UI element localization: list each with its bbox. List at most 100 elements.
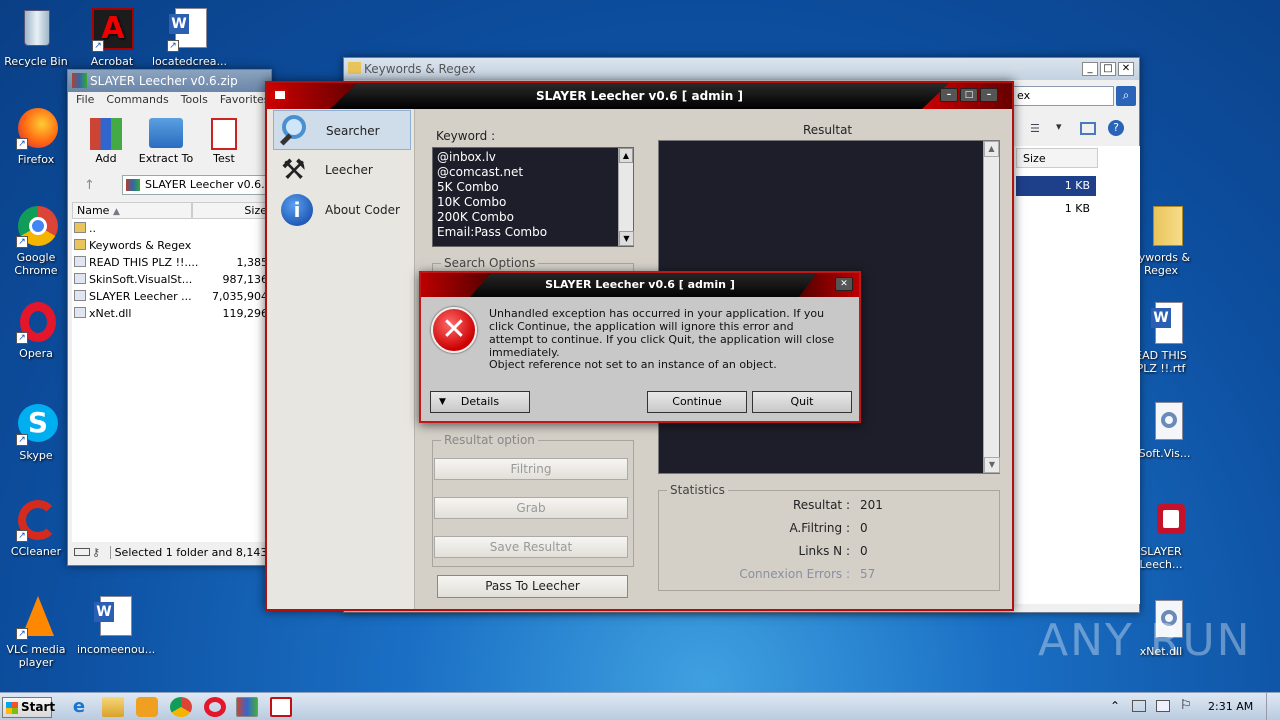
internet-explorer-icon[interactable]: e (68, 697, 90, 717)
file-row[interactable]: 1 KB (1016, 200, 1096, 218)
view-options-icon[interactable]: ☰ (1030, 122, 1046, 135)
keyword-item[interactable]: Email:Pass Combo (437, 225, 629, 240)
file-row-selected[interactable]: 1 KB (1016, 176, 1096, 196)
help-icon[interactable]: ? (1108, 120, 1124, 136)
keyword-items: @inbox.lv @comcast.net 5K Combo 10K Combo 20… (437, 150, 629, 240)
winrar-path: SLAYER Leecher v0.6.zip (145, 178, 272, 191)
menu-commands[interactable]: Commands (106, 93, 168, 106)
desktop-icon-opera[interactable]: ↗ Opera (1, 300, 71, 360)
desktop-icon-label: locatedcrea... (152, 55, 227, 68)
table-row[interactable]: READ THIS PLZ !!.... 1,385 (72, 254, 272, 271)
opera-taskbar-icon[interactable] (204, 697, 226, 717)
close-button[interactable]: ✕ (1118, 62, 1134, 76)
desktop-icon-incomeenou[interactable]: W incomeenou... (77, 596, 155, 656)
nav-leecher[interactable]: ⚒ Leecher (273, 150, 411, 190)
table-row[interactable]: .. (72, 220, 272, 237)
network-icon[interactable] (1132, 700, 1146, 712)
media-player-icon[interactable] (136, 697, 158, 717)
desktop-icon-recycle-bin[interactable]: Recycle Bin (1, 8, 71, 68)
desktop-icon-label: VLC media player (6, 643, 66, 669)
flag-icon[interactable]: ⚐ (1180, 698, 1192, 713)
desktop-icon-label: nSoft.Vis... (1131, 447, 1191, 460)
shortcut-arrow-icon: ↗ (92, 40, 104, 52)
listbox-scrollbar[interactable]: ▲ ▼ (618, 148, 634, 246)
chevron-down-icon[interactable]: ▾ (1056, 120, 1062, 133)
column-header-size[interactable]: Size (192, 202, 272, 219)
clock[interactable]: 2:31 AM (1208, 700, 1253, 713)
stat-links-label: Links N : (798, 544, 850, 558)
preview-pane-icon[interactable] (1080, 122, 1096, 135)
monitor-icon[interactable] (1156, 700, 1170, 712)
close-button[interactable]: ✕ (835, 277, 853, 291)
test-checklist-icon (211, 118, 237, 150)
file-explorer-icon[interactable] (102, 697, 124, 717)
menu-favorites[interactable]: Favorites (220, 93, 270, 106)
desktop-icon-ccleaner[interactable]: ↗ CCleaner (1, 498, 71, 558)
menu-file[interactable]: File (76, 93, 94, 106)
desktop-icon-located[interactable]: W ↗ locatedcrea... (152, 8, 227, 68)
desktop-icon-vlc[interactable]: ↗ VLC media player (1, 596, 71, 669)
scroll-down-arrow-icon[interactable]: ▼ (619, 231, 634, 246)
maximize-button[interactable]: □ (960, 88, 978, 102)
folder-icon (74, 222, 86, 233)
start-button[interactable]: Start (2, 697, 55, 718)
winrar-status-text: Selected 1 folder and 8,143,72 (109, 546, 272, 559)
filtring-button[interactable]: Filtring (434, 458, 628, 480)
keyword-item[interactable]: 10K Combo (437, 195, 629, 210)
keyword-item[interactable]: @inbox.lv (437, 150, 629, 165)
keyword-item[interactable]: 200K Combo (437, 210, 629, 225)
maximize-button[interactable]: □ (1100, 62, 1116, 76)
close-button[interactable]: – (980, 88, 998, 102)
desktop-icon-firefox[interactable]: ↗ Firefox (1, 106, 71, 166)
quit-button[interactable]: Quit (752, 391, 852, 413)
column-header-name[interactable]: Name ▲ (72, 202, 192, 219)
details-button[interactable]: ▼ Details (430, 391, 530, 413)
keyword-listbox[interactable]: @inbox.lv @comcast.net 5K Combo 10K Combo 20… (432, 147, 634, 247)
desktop-icon-acrobat[interactable]: A ↗ Acrobat (77, 8, 147, 68)
table-row[interactable]: SLAYER Leecher ... 7,035,904 (72, 288, 272, 305)
extract-to-button[interactable]: Extract To (138, 118, 194, 165)
tray-expand-icon[interactable]: ⌃ (1110, 699, 1120, 713)
scroll-up-arrow-icon[interactable]: ▲ (619, 148, 633, 163)
stat-links-value: 0 (860, 544, 868, 558)
file-size: 987,136 (222, 273, 269, 286)
keyword-item[interactable]: 5K Combo (437, 180, 629, 195)
grab-button[interactable]: Grab (434, 497, 628, 519)
explorer-search-input[interactable]: ex (1012, 86, 1114, 106)
column-header-size-label: Size (244, 204, 267, 217)
menu-tools[interactable]: Tools (181, 93, 208, 106)
anyrun-watermark: ANY RUN (1038, 615, 1252, 666)
column-header-size[interactable]: Size (1016, 148, 1098, 168)
slayer-taskbar-icon[interactable] (270, 697, 292, 717)
recycle-bin-icon (14, 8, 58, 52)
table-row[interactable]: SkinSoft.VisualSt... 987,136 (72, 271, 272, 288)
nav-about-coder[interactable]: i About Coder (273, 190, 411, 230)
error-message: Unhandled exception has occurred in your… (489, 307, 835, 359)
winrar-taskbar-icon[interactable] (236, 697, 258, 717)
desktop-icon-skype[interactable]: S ↗ Skype (1, 402, 71, 462)
error-titlebar: SLAYER Leecher v0.6 [ admin ] ✕ (421, 273, 859, 297)
table-row[interactable]: Keywords & Regex (72, 237, 272, 254)
continue-button[interactable]: Continue (647, 391, 747, 413)
save-resultat-button[interactable]: Save Resultat (434, 536, 628, 558)
file-icon (74, 290, 86, 301)
minimize-button[interactable]: – (940, 88, 958, 102)
pass-to-leecher-button[interactable]: Pass To Leecher (437, 575, 628, 598)
keyword-item[interactable]: @comcast.net (437, 165, 629, 180)
chrome-taskbar-icon[interactable] (170, 697, 192, 717)
search-icon[interactable]: ⌕ (1116, 86, 1136, 106)
file-size: 119,296 (222, 307, 269, 320)
minimize-button[interactable]: _ (1082, 62, 1098, 76)
nav-searcher[interactable]: Searcher (273, 110, 411, 150)
test-button[interactable]: Test (204, 118, 244, 165)
scroll-down-arrow-icon[interactable]: ▼ (984, 457, 1000, 473)
add-button[interactable]: Add (86, 118, 126, 165)
show-desktop-button[interactable] (1266, 693, 1280, 720)
winrar-path-field[interactable]: SLAYER Leecher v0.6.zip (122, 175, 272, 195)
up-arrow-icon[interactable]: ↑ (84, 178, 95, 193)
keyword-label: Keyword : (436, 129, 496, 143)
table-row[interactable]: xNet.dll 119,296 (72, 305, 272, 322)
scroll-up-arrow-icon[interactable]: ▲ (984, 141, 999, 157)
resultat-scrollbar[interactable]: ▲ ▼ (983, 141, 1000, 473)
desktop-icon-chrome[interactable]: ↗ Google Chrome (1, 204, 71, 277)
